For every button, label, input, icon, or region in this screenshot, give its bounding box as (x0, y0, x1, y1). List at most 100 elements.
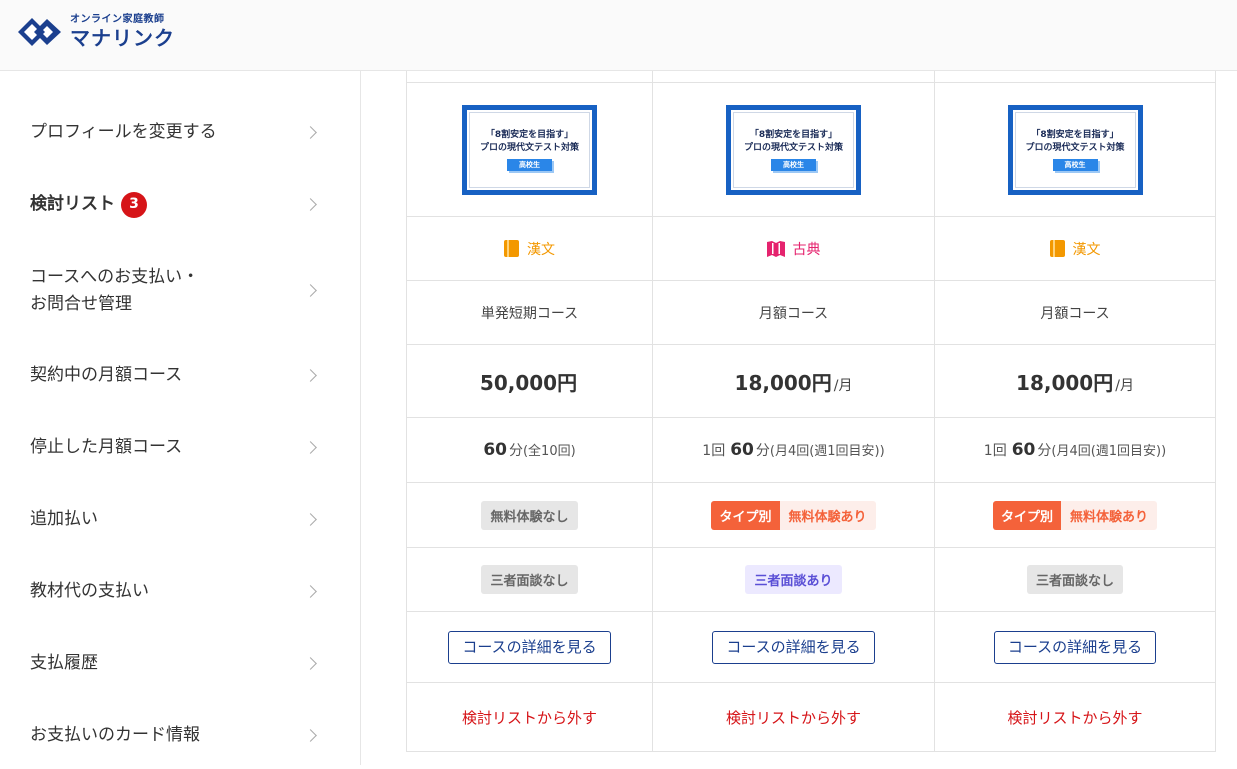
course-thumbnail[interactable]: 「8割安定を目指す」 プロの現代文テスト対策 高校生 (462, 104, 597, 195)
count-badge: 3 (121, 191, 147, 218)
price-unit: /月 (833, 377, 853, 394)
course-duration: 60 分 (全10回) (483, 440, 575, 460)
sidebar-item-label: 検討リスト (30, 194, 115, 214)
chevron-right-icon (302, 582, 322, 602)
subject-label: 漢文 (1049, 239, 1101, 259)
thumbnail-tag: 高校生 (771, 158, 816, 171)
interview-badge: 三者面談なし (481, 565, 578, 594)
sidebar-item-additional-payment[interactable]: 追加払い (0, 486, 360, 553)
course-column: 「8割安定を目指す」 プロの現代文テスト対策 高校生 古典 月額コース 18,0 (652, 71, 934, 752)
subject-label: 漢文 (504, 239, 555, 259)
sidebar-item-label: 停止した月額コース (30, 437, 183, 457)
course-comparison-table: 「8割安定を目指す」 プロの現代文テスト対策 高校生 漢文 単発短期コース 50… (406, 71, 1216, 752)
course-column: 「8割安定を目指す」 プロの現代文テスト対策 高校生 漢文 月額コース 18,0… (934, 71, 1215, 752)
duration-unit: 分 (1037, 443, 1052, 459)
trial-badge: タイプ別 無料体験あり (992, 500, 1158, 530)
course-type: 月額コース (758, 305, 829, 322)
course-detail-button[interactable]: コースの詳細を見る (712, 630, 875, 664)
course-column: 「8割安定を目指す」 プロの現代文テスト対策 高校生 漢文 単発短期コース 50… (407, 71, 652, 752)
duration-minutes: 60 (730, 440, 754, 460)
duration-minutes: 60 (1011, 440, 1036, 460)
course-price: 18,000円 /月 (735, 367, 853, 396)
chevron-right-icon (302, 654, 322, 674)
trial-badge: タイプ別 無料体験あり (711, 500, 876, 530)
sidebar-item-card-info[interactable]: お支払いのカード情報 (0, 702, 360, 769)
thumbnail-line1: 「8割安定を目指す」 (749, 129, 838, 140)
sidebar-item-label: 支払履歴 (30, 653, 98, 673)
sidebar-item-active-monthly[interactable]: 契約中の月額コース (0, 342, 360, 409)
sidebar-item-label: プロフィールを変更する (30, 122, 217, 142)
sidebar: プロフィールを変更する 検討リスト 3 コースへのお支払い・ お問合せ管理 契約… (0, 71, 361, 765)
book-icon (1049, 240, 1065, 257)
subject-text: 古典 (792, 241, 821, 258)
duration-lead: 1回 (702, 443, 726, 459)
chevron-right-icon (302, 123, 322, 143)
price-amount: 50,000円 (479, 370, 578, 395)
duration-lead: 1回 (983, 443, 1007, 459)
trial-badge: 無料体験なし (481, 500, 578, 530)
thumbnail-line2: プロの現代文テスト対策 (743, 142, 843, 153)
remove-from-list-link[interactable]: 検討リストから外す (726, 707, 861, 728)
course-duration: 1回 60 分 (月4回(週1回目安)) (702, 440, 884, 460)
thumbnail-line2: プロの現代文テスト対策 (1025, 142, 1125, 153)
sidebar-item-payment-history[interactable]: 支払履歴 (0, 630, 360, 697)
chevron-right-icon (302, 281, 322, 301)
remove-from-list-link[interactable]: 検討リストから外す (1007, 707, 1142, 728)
chevron-right-icon (302, 510, 322, 530)
course-thumbnail[interactable]: 「8割安定を目指す」 プロの現代文テスト対策 高校生 (1007, 104, 1143, 195)
price-unit: /月 (1115, 377, 1134, 394)
open-book-icon (766, 240, 785, 257)
duration-unit: 分 (755, 443, 770, 459)
chevron-right-icon (302, 366, 322, 386)
interview-badge: 三者面談なし (1026, 565, 1123, 594)
price-amount: 18,000円 (1016, 370, 1114, 395)
thumbnail-tag: 高校生 (507, 158, 552, 171)
interview-badge: 三者面談あり (745, 565, 842, 594)
price-amount: 18,000円 (734, 370, 832, 395)
trial-type-label: タイプ別 (711, 500, 780, 530)
chevron-right-icon (302, 195, 322, 215)
course-price: 18,000円 /月 (1016, 367, 1134, 396)
brand-name: マナリンク (70, 26, 175, 50)
trial-type-label: タイプ別 (992, 500, 1061, 530)
sidebar-item-payments[interactable]: コースへのお支払い・ お問合せ管理 (0, 256, 360, 326)
course-type: 単発短期コース (480, 305, 579, 322)
subject-label: 古典 (766, 239, 821, 259)
sidebar-item-label: 契約中の月額コース (30, 365, 183, 385)
duration-minutes: 60 (483, 440, 507, 460)
sidebar-item-stopped-monthly[interactable]: 停止した月額コース (0, 414, 360, 481)
sidebar-item-material-payment[interactable]: 教材代の支払い (0, 558, 360, 625)
duration-unit: 分 (508, 443, 523, 459)
duration-note: (月4回(週1回目安)) (1051, 444, 1167, 459)
brand-sub: オンライン家庭教師 (70, 14, 165, 25)
book-icon (504, 240, 519, 257)
brand-logo[interactable]: オンライン家庭教師 マナリンク (14, 12, 175, 52)
chevron-right-icon (302, 726, 322, 746)
duration-note: (全10回) (522, 444, 576, 459)
thumbnail-line1: 「8割安定を目指す」 (1031, 129, 1119, 140)
trial-label: 無料体験あり (1061, 500, 1158, 530)
course-type: 月額コース (1040, 305, 1110, 322)
thumbnail-line1: 「8割安定を目指す」 (485, 129, 574, 140)
sidebar-item-label: 教材代の支払い (30, 581, 149, 601)
chevron-right-icon (302, 438, 322, 458)
duration-note: (月4回(週1回目安)) (769, 444, 885, 459)
subject-text: 漢文 (527, 241, 555, 258)
thumbnail-line2: プロの現代文テスト対策 (479, 142, 579, 153)
sidebar-item-wishlist[interactable]: 検討リスト 3 (0, 171, 360, 238)
course-detail-button[interactable]: コースの詳細を見る (993, 630, 1157, 664)
sidebar-item-profile[interactable]: プロフィールを変更する (0, 99, 360, 166)
course-price: 50,000円 (480, 367, 579, 396)
subject-text: 漢文 (1072, 241, 1101, 258)
header: オンライン家庭教師 マナリンク (0, 0, 1237, 71)
sidebar-item-label: コースへのお支払い・ (30, 267, 200, 287)
course-duration: 1回 60 分 (月4回(週1回目安)) (984, 440, 1166, 460)
logo-mark-icon (14, 12, 64, 52)
sidebar-item-label: 追加払い (30, 509, 98, 529)
trial-label: 無料体験あり (779, 500, 876, 530)
course-detail-button[interactable]: コースの詳細を見る (448, 630, 611, 664)
remove-from-list-link[interactable]: 検討リストから外す (462, 707, 597, 728)
course-thumbnail[interactable]: 「8割安定を目指す」 プロの現代文テスト対策 高校生 (726, 104, 861, 195)
thumbnail-tag: 高校生 (1052, 158, 1098, 171)
sidebar-item-label: お支払いのカード情報 (30, 725, 200, 745)
